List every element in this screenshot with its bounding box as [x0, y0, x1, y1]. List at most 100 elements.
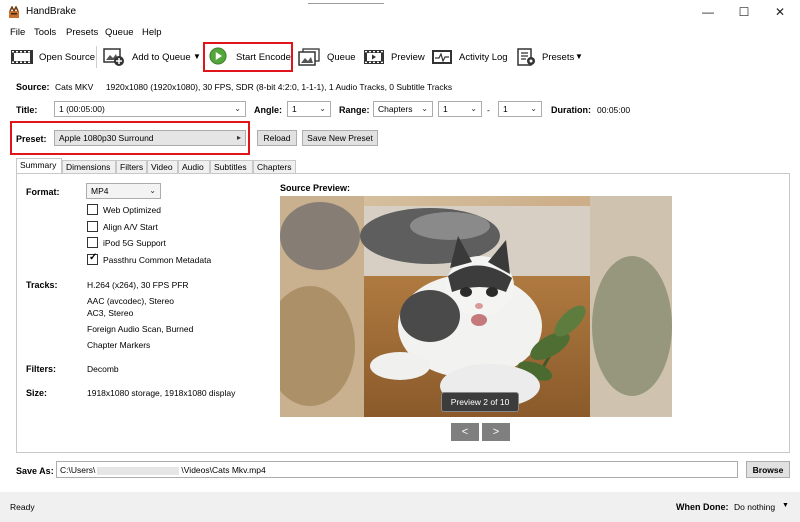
- range-separator: -: [487, 105, 490, 115]
- browse-button[interactable]: Browse: [746, 461, 790, 478]
- web-optimized-label: Web Optimized: [103, 205, 161, 215]
- title-bar: HandBrake — ☐ ✕: [0, 0, 800, 24]
- chevron-down-icon: ⌄: [530, 104, 537, 113]
- redacted-username: [97, 466, 180, 475]
- preview-prev-button[interactable]: <: [451, 423, 479, 441]
- tab-summary[interactable]: Summary: [16, 158, 62, 174]
- close-icon[interactable]: ✕: [772, 4, 788, 20]
- track-item: H.264 (x264), 30 FPS PFR: [87, 280, 189, 290]
- source-preview-label: Source Preview:: [280, 183, 351, 193]
- chevron-down-icon[interactable]: ▼: [782, 502, 789, 509]
- save-as-path-end: \Videos\Cats Mkv.mp4: [181, 465, 266, 475]
- range-end-value: 1: [503, 104, 508, 114]
- passthru-metadata-label: Passthru Common Metadata: [103, 255, 212, 265]
- preview-caption: Preview 2 of 10: [441, 392, 519, 412]
- range-type-value: Chapters: [378, 104, 413, 114]
- chevron-down-icon: ⌄: [421, 104, 428, 113]
- filters-value: Decomb: [87, 364, 119, 374]
- preset-select[interactable]: Apple 1080p30 Surround ▸: [54, 130, 246, 146]
- save-as-input[interactable]: C:\Users\ \Videos\Cats Mkv.mp4: [56, 461, 738, 478]
- presets-button[interactable]: Presets: [542, 52, 574, 63]
- chevron-down-icon: ⌄: [149, 186, 156, 195]
- save-new-preset-button[interactable]: Save New Preset: [302, 130, 378, 146]
- web-optimized-checkbox[interactable]: [87, 204, 98, 215]
- preview-image: [280, 196, 672, 417]
- source-row: Source: Cats MKV 1920x1080 (1920x1080), …: [16, 82, 452, 92]
- cat-preview-image: [280, 196, 672, 417]
- toolbar: Open Source Add to Queue ▼ Start Encode …: [0, 42, 800, 72]
- preview-film-icon[interactable]: [363, 48, 385, 66]
- when-done-label: When Done:: [676, 502, 729, 512]
- duration-label: Duration:: [551, 105, 591, 115]
- save-as-label: Save As:: [16, 466, 54, 476]
- activity-log-button[interactable]: Activity Log: [459, 52, 508, 63]
- title-select-value: 1 (00:05:00): [59, 104, 105, 114]
- size-label: Size:: [26, 388, 48, 398]
- film-open-icon[interactable]: [10, 48, 34, 66]
- menu-file[interactable]: File: [10, 27, 25, 38]
- source-name: Cats MKV: [55, 82, 94, 92]
- range-label: Range:: [339, 105, 370, 115]
- ipod-5g-support-label: iPod 5G Support: [103, 238, 166, 248]
- range-end-select[interactable]: 1 ⌄: [498, 101, 542, 117]
- source-label: Source:: [16, 82, 50, 92]
- align-av-start-checkbox[interactable]: [87, 221, 98, 232]
- angle-label: Angle:: [254, 105, 282, 115]
- tab-filters[interactable]: Filters: [116, 160, 147, 174]
- track-item: Foreign Audio Scan, Burned: [87, 324, 194, 334]
- add-to-queue-button[interactable]: Add to Queue: [132, 52, 191, 63]
- chevron-down-icon: ⌄: [234, 104, 241, 113]
- maximize-icon[interactable]: ☐: [736, 4, 752, 20]
- preview-next-button[interactable]: >: [482, 423, 510, 441]
- tab-chapters[interactable]: Chapters: [253, 160, 296, 174]
- menu-presets[interactable]: Presets: [66, 27, 98, 38]
- align-av-start-label: Align A/V Start: [103, 222, 158, 232]
- queue-icon[interactable]: [298, 48, 320, 66]
- when-done-select[interactable]: Do nothing: [734, 502, 775, 512]
- angle-select-value: 1: [292, 104, 297, 114]
- range-start-select[interactable]: 1 ⌄: [438, 101, 482, 117]
- tracks-label: Tracks:: [26, 280, 58, 290]
- menu-bar: File Tools Presets Queue Help: [0, 24, 800, 40]
- open-source-button[interactable]: Open Source: [39, 52, 95, 63]
- tab-video[interactable]: Video: [147, 160, 178, 174]
- reload-button[interactable]: Reload: [257, 130, 297, 146]
- title-label: Title:: [16, 105, 38, 115]
- menu-queue[interactable]: Queue: [105, 27, 134, 38]
- toolbar-separator: [96, 46, 97, 68]
- start-encode-button[interactable]: Start Encode: [236, 52, 291, 63]
- activity-log-icon[interactable]: [431, 48, 453, 66]
- angle-select[interactable]: 1 ⌄: [287, 101, 331, 117]
- duration-value: 00:05:00: [597, 105, 631, 115]
- range-type-select[interactable]: Chapters ⌄: [373, 101, 433, 117]
- tab-dimensions[interactable]: Dimensions: [62, 160, 116, 174]
- handbrake-logo-icon: [9, 6, 19, 18]
- track-item: Chapter Markers: [87, 340, 151, 350]
- play-icon[interactable]: [208, 47, 228, 65]
- add-to-queue-icon[interactable]: [103, 48, 125, 66]
- window-title: HandBrake: [26, 6, 77, 17]
- title-select[interactable]: 1 (00:05:00) ⌄: [54, 101, 246, 117]
- track-item: AC3, Stereo: [87, 308, 134, 318]
- tab-subtitles[interactable]: Subtitles: [210, 160, 253, 174]
- presets-chevron-down-icon[interactable]: ▼: [575, 52, 583, 61]
- format-label: Format:: [26, 187, 60, 197]
- menu-tools[interactable]: Tools: [34, 27, 56, 38]
- chevron-down-icon: ⌄: [470, 104, 477, 113]
- preview-button[interactable]: Preview: [391, 52, 425, 63]
- menu-help[interactable]: Help: [142, 27, 162, 38]
- chevron-down-icon[interactable]: ▼: [193, 52, 201, 61]
- queue-button[interactable]: Queue: [327, 52, 356, 63]
- format-select[interactable]: MP4 ⌄: [86, 183, 161, 199]
- minimize-icon[interactable]: —: [700, 4, 716, 20]
- range-start-value: 1: [443, 104, 448, 114]
- chevron-down-icon: ⌄: [319, 104, 326, 113]
- ipod-5g-support-checkbox[interactable]: [87, 237, 98, 248]
- status-text: Ready: [10, 502, 35, 512]
- passthru-metadata-checkbox[interactable]: [87, 252, 98, 265]
- presets-icon[interactable]: [516, 48, 536, 66]
- title-divider: [308, 3, 384, 4]
- save-as-path-start: C:\Users\: [60, 465, 96, 475]
- filters-label: Filters:: [26, 364, 57, 374]
- tab-audio[interactable]: Audio: [178, 160, 210, 174]
